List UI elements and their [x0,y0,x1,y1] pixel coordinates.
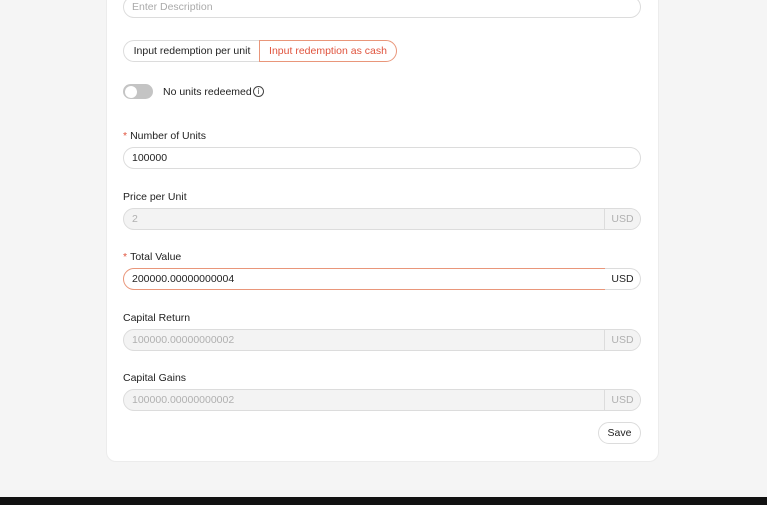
capital-return-input: 100000.00000000002 USD [123,329,641,351]
total-value-currency: USD [605,268,641,290]
capital-return-value: 100000.00000000002 [132,334,235,346]
no-units-toggle-label: No units redeemed [163,86,252,98]
bottom-bar [0,497,767,505]
save-button[interactable]: Save [598,422,641,444]
number-of-units-label: * Number of Units [123,130,206,142]
price-per-unit-currency: USD [604,209,640,229]
description-input[interactable]: Enter Description [123,0,641,18]
total-value-label-text: Total Value [130,251,182,263]
price-per-unit-label: Price per Unit [123,191,187,203]
number-of-units-input[interactable]: 100000 [123,147,641,169]
no-units-toggle[interactable] [123,84,153,99]
capital-gains-input: 100000.00000000002 USD [123,389,641,411]
number-of-units-value: 100000 [132,152,168,164]
price-per-unit-value: 2 [132,213,138,225]
total-value-value: 200000.00000000004 [132,273,235,285]
toggle-knob [124,85,137,98]
required-marker: * [123,251,128,263]
price-per-unit-input: 2 USD [123,208,641,230]
required-marker: * [123,130,128,142]
tab-redemption-per-unit[interactable]: Input redemption per unit [123,40,260,62]
total-value-group: 200000.00000000004 USD [123,268,641,290]
description-placeholder: Enter Description [132,1,213,13]
tab-redemption-as-cash[interactable]: Input redemption as cash [259,40,397,62]
capital-gains-label: Capital Gains [123,372,187,384]
capital-gains-currency: USD [604,390,640,410]
tab-redemption-per-unit-label: Input redemption per unit [133,45,251,57]
total-value-input[interactable]: 200000.00000000004 [123,268,606,290]
total-value-label: * Total Value [123,251,181,263]
capital-gains-value: 100000.00000000002 [132,394,235,406]
capital-return-currency: USD [604,330,640,350]
info-icon[interactable]: i [253,86,264,97]
capital-return-label: Capital Return [123,312,191,324]
number-of-units-label-text: Number of Units [130,130,206,142]
tab-redemption-as-cash-label: Input redemption as cash [269,45,387,57]
